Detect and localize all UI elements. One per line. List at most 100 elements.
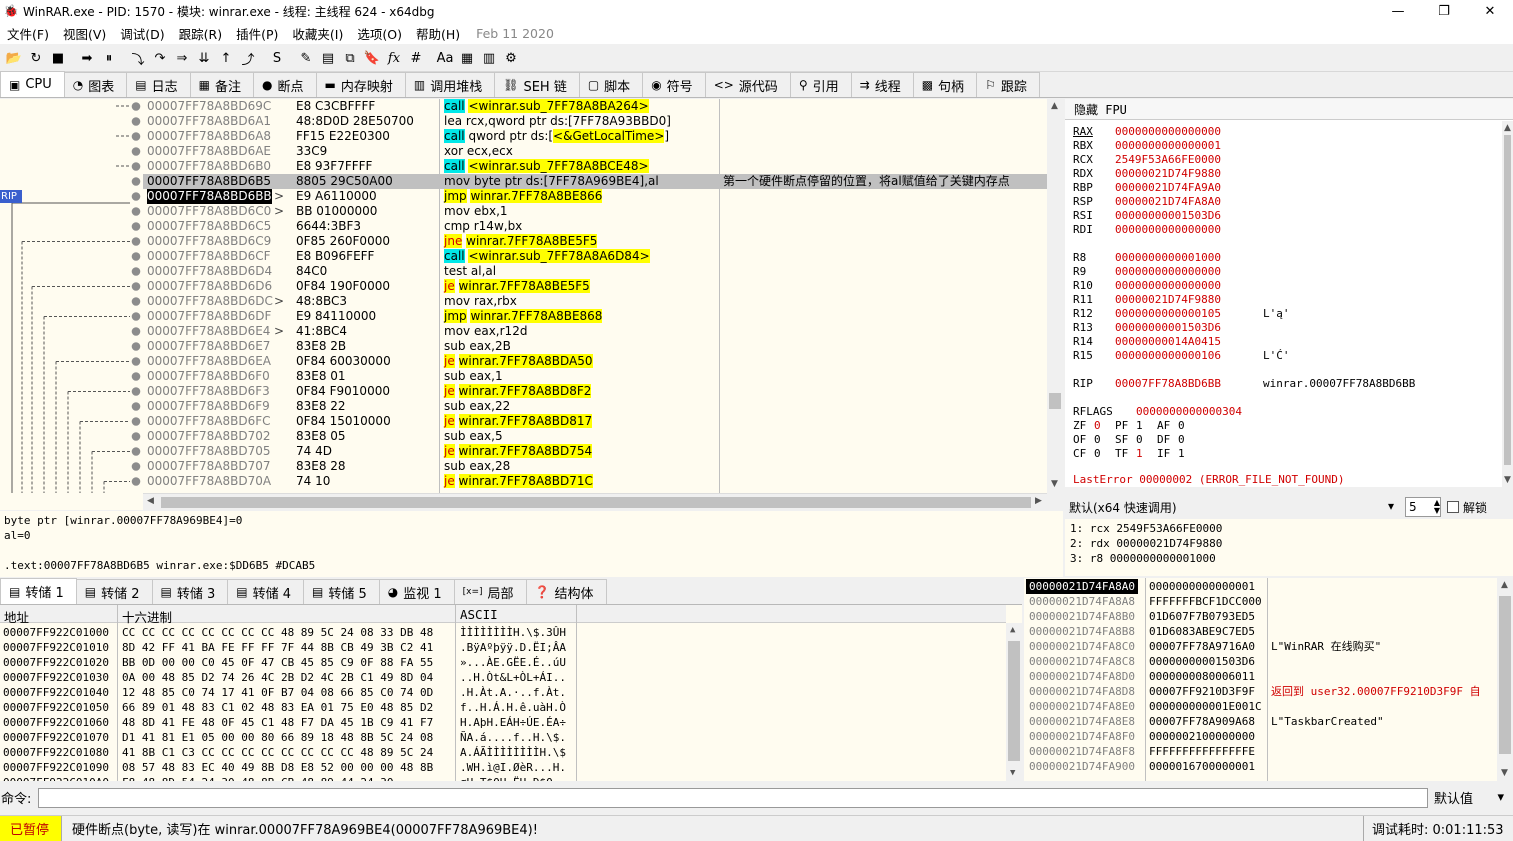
tab-breakpoint[interactable]: ● 断点 (253, 72, 317, 97)
stack-row[interactable]: 00000021D74FA900 0000016700000001 (1024, 759, 1497, 774)
tab-dump-4[interactable]: ▤ 转储 4 (227, 579, 304, 604)
breakpoint-gutter-dot[interactable] (131, 342, 141, 351)
register-row[interactable]: R9 0000000000000000 (1073, 265, 1493, 279)
tab-references[interactable]: ⚲ 引用 (789, 72, 852, 97)
register-row[interactable]: RAX 0000000000000000 (1073, 125, 1493, 139)
stack-row[interactable]: 00000021D74FA8E0 000000000001E001C (1024, 699, 1497, 714)
flag-name[interactable]: TF (1115, 447, 1128, 461)
flag-name[interactable]: PF (1115, 419, 1128, 433)
register-row[interactable]: RDI 0000000000000000 (1073, 223, 1493, 237)
stack-row[interactable]: 00000021D74FA8A8 FFFFFFFBCF1DCC000 (1024, 594, 1497, 609)
register-row[interactable]: RCX 2549F53A66FE0000 (1073, 153, 1493, 167)
disasm-row[interactable]: 00007FF78A8BD6F9 83E8 22 sub eax,22 (143, 399, 1047, 414)
flag-value[interactable]: 0 (1094, 433, 1101, 447)
flag-value[interactable]: 0 (1178, 433, 1185, 447)
register-row[interactable]: R11 00000021D74F9880 (1073, 293, 1493, 307)
breakpoint-gutter-dot[interactable] (131, 297, 141, 306)
stack-row[interactable]: 00000021D74FA8C8 00000000001503D6 (1024, 654, 1497, 669)
disasm-row[interactable]: 00007FF78A8BD6C5 6644:3BF3 cmp r14w,bx (143, 219, 1047, 234)
stack-scrollbar[interactable]: ▲ ▼ (1497, 578, 1513, 781)
stack-row[interactable]: 00000021D74FA8D0 0000000080006011 (1024, 669, 1497, 684)
stop-icon[interactable]: ■ (47, 48, 69, 70)
trace-over-icon[interactable]: ⇊ (193, 48, 215, 70)
unlock-checkbox[interactable]: 解锁 (1447, 499, 1487, 516)
breakpoint-gutter-dot[interactable] (131, 192, 141, 201)
calling-convention-select[interactable]: 默认(x64 快速调用) ▾ (1065, 499, 1400, 516)
tab-log[interactable]: ▤ 日志 (126, 72, 191, 97)
disasm-row[interactable]: 00007FF78A8BD70A 74 10 je winrar.7FF78A8BD… (143, 474, 1047, 489)
breakpoint-gutter-dot[interactable] (131, 177, 141, 186)
flag-name[interactable]: ZF (1073, 419, 1086, 433)
flag-value[interactable]: 1 (1136, 419, 1143, 433)
tab-struct-8[interactable]: ❓ 结构体 (525, 579, 607, 604)
breakpoint-gutter-dot[interactable] (131, 387, 141, 396)
menu-item[interactable]: 收藏夹(I) (285, 24, 350, 43)
tab-trace[interactable]: ⚐ 跟踪 (976, 72, 1040, 97)
stack-row[interactable]: 00000021D74FA8B8 01D6083ABE9C7ED5 (1024, 624, 1497, 639)
breakpoint-gutter-dot[interactable] (131, 117, 141, 126)
open-icon[interactable]: 📂 (3, 48, 25, 70)
breakpoint-gutter-dot[interactable] (131, 252, 141, 261)
disassembly-view[interactable]: 00007FF78A8BD69C E8 C3CBFFFF call <winrar.… (143, 99, 1047, 493)
disasm-row[interactable]: 00007FF78A8BD6DC >48:8BC3 mov rax,rbx (143, 294, 1047, 309)
stack-pane[interactable]: 00000021D74FA8A0 0000000000000001 00000021… (1024, 578, 1513, 781)
register-row[interactable]: R10 0000000000000000 (1073, 279, 1493, 293)
tab-notes[interactable]: ▦ 备注 (189, 72, 254, 97)
flag-name[interactable]: AF (1157, 419, 1170, 433)
strings-icon[interactable]: Aa (434, 48, 456, 70)
tab-memory-map[interactable]: ▬ 内存映射 (315, 72, 406, 97)
menu-item[interactable]: 文件(F) (0, 24, 56, 43)
breakpoint-gutter-dot[interactable] (131, 432, 141, 441)
stack-row[interactable]: 00000021D74FA8E8 00007FF78A909A68 L"Taskba… (1024, 714, 1497, 729)
flag-name[interactable]: CF (1073, 447, 1086, 461)
stack-row[interactable]: 00000021D74FA8D8 00007FF9210D3F9F 返回到 user… (1024, 684, 1497, 699)
tab-seh[interactable]: ⛓ SEH 链 (494, 72, 580, 97)
tab-threads[interactable]: ⇉ 线程 (850, 72, 914, 97)
scylla-icon[interactable]: S (266, 48, 288, 70)
breakpoint-gutter-dot[interactable] (131, 447, 141, 456)
step-into-icon[interactable]: ⤵ (127, 48, 149, 70)
dump-row[interactable]: 00007FF922C010A0 F8 48 8D 54 24 30 48 8B … (0, 775, 1006, 781)
tab-graph[interactable]: ◔ 图表 (63, 72, 128, 97)
disasm-row[interactable]: 00007FF78A8BD69C E8 C3CBFFFF call <winrar.… (143, 99, 1047, 114)
disasm-row[interactable]: 00007FF78A8BD702 83E8 05 sub eax,5 (143, 429, 1047, 444)
disasm-row[interactable]: 00007FF78A8BD705 74 4D je winrar.7FF78A8BD… (143, 444, 1047, 459)
menu-item[interactable]: 跟踪(R) (172, 24, 229, 43)
hash-icon[interactable]: # (405, 48, 427, 70)
disasm-row[interactable]: 00007FF78A8BD6CF E8 B096FEFF call <winrar.… (143, 249, 1047, 264)
patch-icon[interactable]: ✎ (295, 48, 317, 70)
arg-count-spinbox[interactable]: 5 ▲ ▼ (1405, 497, 1441, 517)
register-row[interactable]: R15 0000000000000106 L'Ć' (1073, 349, 1493, 363)
menu-item[interactable]: 插件(P) (229, 24, 285, 43)
breakpoint-gutter-dot[interactable] (131, 327, 141, 336)
restart-icon[interactable]: ↻ (25, 48, 47, 70)
tab-symbols[interactable]: ◉ 符号 (642, 72, 706, 97)
flag-name[interactable]: SF (1115, 433, 1128, 447)
disasm-row[interactable]: 00007FF78A8BD6C9 0F85 260F0000 jne winrar.… (143, 234, 1047, 249)
dump-row[interactable]: 00007FF922C01090 08 57 48 83 EC 40 49 8B … (0, 760, 1006, 775)
disasm-row[interactable]: 00007FF78A8BD6FC 0F84 15010000 je winrar.7… (143, 414, 1047, 429)
step-over-icon[interactable]: ↷ (149, 48, 171, 70)
disasm-row[interactable]: 00007FF78A8BD6D6 0F84 190F0000 je winrar.7… (143, 279, 1047, 294)
dump-row[interactable]: 00007FF922C01020 BB 0D 00 00 C0 45 0F 47 … (0, 655, 1006, 670)
disasm-row[interactable]: 00007FF78A8BD707 83E8 28 sub eax,28 (143, 459, 1047, 474)
flag-name[interactable]: OF (1073, 433, 1086, 447)
breakpoint-gutter-dot[interactable] (131, 462, 141, 471)
tab-call-stack[interactable]: ▥ 调用堆栈 (404, 72, 496, 97)
breakpoint-gutter-dot[interactable] (131, 237, 141, 246)
disasm-row[interactable]: 00007FF78A8BD6EA 0F84 60030000 je winrar.7… (143, 354, 1047, 369)
breakpoint-gutter-dot[interactable] (131, 207, 141, 216)
run-icon[interactable]: ➡ (76, 48, 98, 70)
flag-value[interactable]: 0 (1136, 433, 1143, 447)
disasm-row[interactable]: 00007FF78A8BD6DF E9 84110000 jmp winrar.7F… (143, 309, 1047, 324)
breakpoint-gutter-dot[interactable] (131, 162, 141, 171)
breakpoint-gutter-dot[interactable] (131, 282, 141, 291)
dump-row[interactable]: 00007FF922C01030 0A 00 48 85 D2 74 26 4C … (0, 670, 1006, 685)
menu-item[interactable]: 视图(V) (56, 24, 113, 43)
tab-dump-2[interactable]: ▤ 转储 2 (75, 579, 153, 604)
trace-into-icon[interactable]: ⇒ (171, 48, 193, 70)
breakpoint-gutter-dot[interactable] (131, 147, 141, 156)
run-to-user-code-icon[interactable]: ⤴ (237, 48, 259, 70)
register-row[interactable]: RSP 00000021D74FA8A0 (1073, 195, 1493, 209)
menu-item[interactable]: 帮助(H) (409, 24, 467, 43)
